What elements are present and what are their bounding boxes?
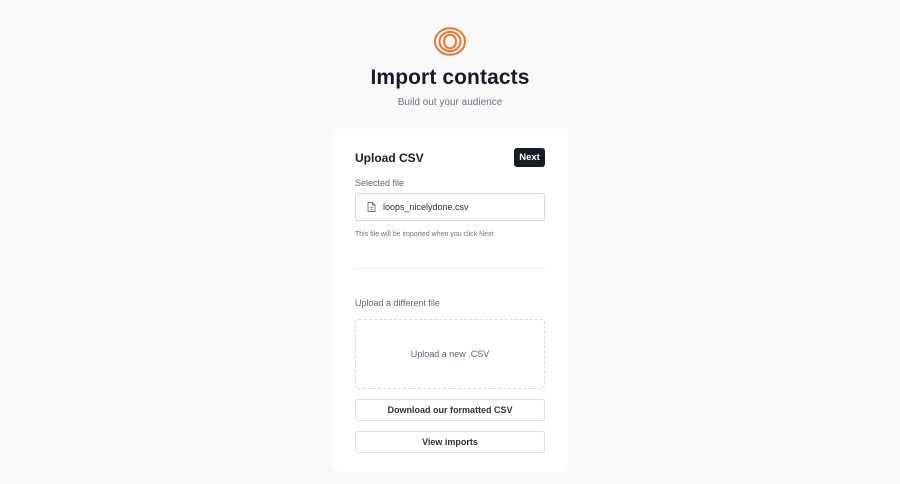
import-hint: This file will be imported when you clic…: [355, 231, 494, 238]
csv-dropzone[interactable]: Upload a new .CSV: [355, 319, 545, 389]
dropzone-text: Upload a new .CSV: [410, 349, 490, 359]
selected-file-box[interactable]: loops_nicelydone.csv: [355, 193, 545, 221]
logo-icon: [434, 27, 466, 56]
page-subtitle: Build out your audience: [397, 97, 503, 108]
page-title: Import contacts: [370, 66, 530, 89]
view-imports-button[interactable]: View imports: [355, 431, 545, 453]
selected-file-name: loops_nicelydone.csv: [383, 202, 469, 212]
divider: [355, 268, 545, 269]
file-icon: [367, 202, 376, 212]
upload-card: Upload CSV Next Selected file loops_nice…: [332, 129, 568, 472]
card-title: Upload CSV: [355, 151, 424, 165]
different-file-label: Upload a different file: [355, 298, 440, 308]
download-formatted-csv-button[interactable]: Download our formatted CSV: [355, 399, 545, 421]
next-button[interactable]: Next: [514, 148, 545, 167]
selected-file-label: Selected file: [355, 178, 405, 188]
